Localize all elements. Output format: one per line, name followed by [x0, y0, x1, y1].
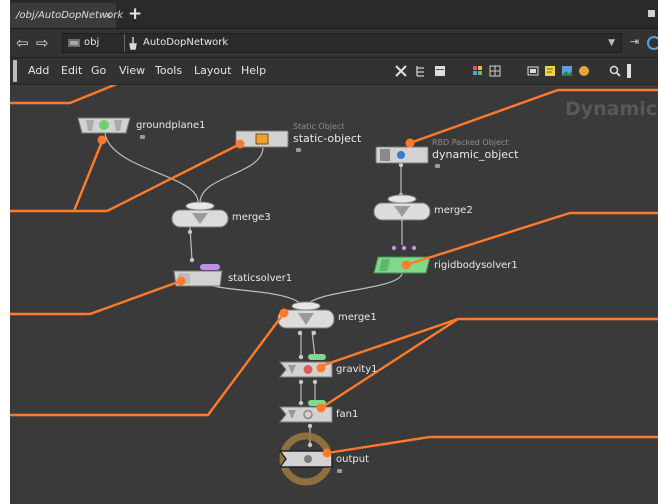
node-label-rigidbodysolver[interactable]: rigidbodysolver1: [434, 260, 518, 271]
tab-bar: /obj/AutoDopNetwork × +: [10, 0, 658, 29]
image-icon[interactable]: [561, 65, 573, 77]
lock-icon: [435, 164, 440, 168]
menu-layout[interactable]: Layout: [194, 58, 231, 84]
breadcrumb-autodopnetwork[interactable]: AutoDopNetwork: [143, 34, 228, 52]
sticky-note-icon[interactable]: [544, 65, 556, 77]
node-label-output[interactable]: output: [336, 454, 369, 465]
help-icon[interactable]: [647, 36, 658, 50]
path-bar: ⇦ ⇨ obj AutoDopNetwork ▼ ⇥: [10, 29, 658, 58]
path-field[interactable]: obj AutoDopNetwork ▼: [62, 33, 622, 53]
network-box-icon[interactable]: [527, 65, 539, 77]
network-canvas[interactable]: Dynamics: [10, 85, 658, 504]
node-groundplane: [77, 117, 131, 134]
node-output: [278, 432, 333, 486]
menu-tools[interactable]: Tools: [155, 58, 182, 84]
breadcrumb-obj[interactable]: obj: [84, 34, 99, 52]
menu-help[interactable]: Help: [241, 58, 266, 84]
node-label-merge2[interactable]: merge2: [434, 205, 473, 216]
node-label-static-object[interactable]: static-object: [293, 132, 361, 145]
panel-handle[interactable]: [627, 64, 631, 78]
grid-icon[interactable]: [489, 65, 501, 77]
node-label-merge3[interactable]: merge3: [232, 212, 271, 223]
pin-icon[interactable]: ⇥: [630, 35, 639, 48]
network-graph: [10, 85, 658, 486]
node-label-fan[interactable]: fan1: [336, 409, 358, 420]
lock-icon: [140, 135, 145, 139]
dopnet-icon: [129, 37, 137, 50]
zoom-icon[interactable]: [609, 65, 621, 77]
lock-icon: [296, 148, 301, 152]
menu-go[interactable]: Go: [91, 58, 106, 84]
forward-arrow-icon[interactable]: ⇨: [36, 33, 49, 53]
node-label-merge1[interactable]: merge1: [338, 312, 377, 323]
network-tab[interactable]: /obj/AutoDopNetwork ×: [10, 3, 123, 28]
node-merge2: [373, 194, 431, 221]
menu-view[interactable]: View: [119, 58, 145, 84]
wires: [104, 132, 403, 445]
maximize-icon[interactable]: [648, 10, 655, 17]
menu-add[interactable]: Add: [28, 58, 49, 84]
obj-context-icon: [68, 39, 80, 47]
menu-edit[interactable]: Edit: [61, 58, 82, 84]
tools-wrench-icon[interactable]: [395, 65, 407, 77]
list-view-icon[interactable]: [434, 65, 446, 77]
node-sub-dynamic-object: RBD Packed Object: [432, 138, 509, 147]
lock-icon: [337, 469, 342, 473]
add-tab-icon[interactable]: +: [128, 4, 142, 24]
node-sub-static-object: Static Object: [293, 122, 345, 131]
layout-tree-icon[interactable]: [415, 65, 427, 77]
tab-close-icon[interactable]: ×: [104, 3, 112, 28]
node-label-gravity[interactable]: gravity1: [336, 364, 377, 375]
node-label-staticsolver[interactable]: staticsolver1: [228, 273, 292, 284]
node-dynamic-object: [375, 146, 429, 164]
back-arrow-icon[interactable]: ⇦: [16, 33, 29, 53]
breadcrumb-separator: [116, 34, 125, 52]
node-label-dynamic-object[interactable]: dynamic_object: [432, 148, 518, 161]
callout-dots: [97, 135, 415, 458]
toolbar-handle[interactable]: [13, 60, 17, 82]
node-label-groundplane[interactable]: groundplane1: [136, 120, 206, 131]
dots-icon[interactable]: [578, 65, 590, 77]
houdini-network-editor: /obj/AutoDopNetwork × + ⇦ ⇨ obj AutoDopN…: [10, 0, 658, 504]
menu-bar: Add Edit Go View Tools Layout Help: [10, 58, 658, 85]
node-merge3: [171, 201, 229, 228]
path-dropdown-icon[interactable]: ▼: [608, 34, 615, 52]
color-palette-icon[interactable]: [472, 65, 484, 77]
